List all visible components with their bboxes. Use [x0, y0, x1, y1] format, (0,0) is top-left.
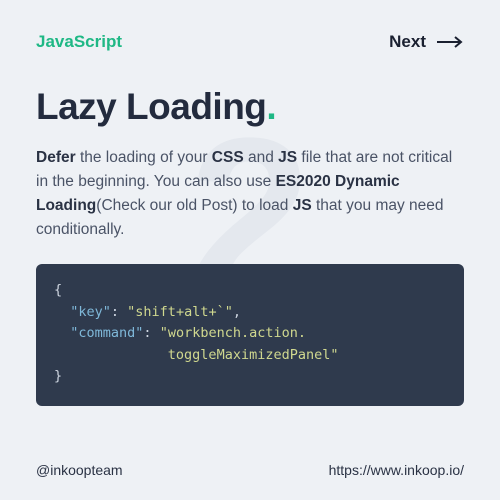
code-block: { "key": "shift+alt+`", "command": "work…: [36, 264, 464, 406]
page-title: Lazy Loading: [36, 86, 266, 127]
desc-text: and: [244, 149, 278, 166]
code-string: toggleMaximizedPanel": [168, 347, 339, 363]
desc-text: the loading of your: [76, 149, 212, 166]
code-key: "command": [70, 325, 143, 341]
next-label: Next: [389, 32, 426, 52]
arrow-right-icon: [436, 35, 464, 49]
description: Defer the loading of your CSS and JS fil…: [36, 146, 464, 242]
page-title-row: Lazy Loading.: [36, 86, 464, 128]
code-comma: ,: [233, 304, 241, 320]
desc-bold: JS: [293, 197, 312, 214]
code-key: "key": [70, 304, 111, 320]
header: JavaScript Next: [36, 32, 464, 52]
code-colon: :: [111, 304, 127, 320]
desc-bold: Defer: [36, 149, 76, 166]
desc-bold: CSS: [212, 149, 244, 166]
code-brace: {: [54, 282, 62, 298]
code-string: "workbench.action.: [160, 325, 306, 341]
footer: @inkoopteam https://www.inkoop.io/: [36, 462, 464, 478]
next-link[interactable]: Next: [389, 32, 464, 52]
desc-text: (Check our old Post) to load: [96, 197, 292, 214]
brand-label: JavaScript: [36, 32, 122, 52]
site-url: https://www.inkoop.io/: [329, 462, 464, 478]
code-colon: :: [143, 325, 159, 341]
code-string: "shift+alt+`": [127, 304, 233, 320]
title-accent-dot: .: [266, 86, 276, 127]
social-handle: @inkoopteam: [36, 462, 123, 478]
code-brace: }: [54, 368, 62, 384]
desc-bold: JS: [278, 149, 297, 166]
